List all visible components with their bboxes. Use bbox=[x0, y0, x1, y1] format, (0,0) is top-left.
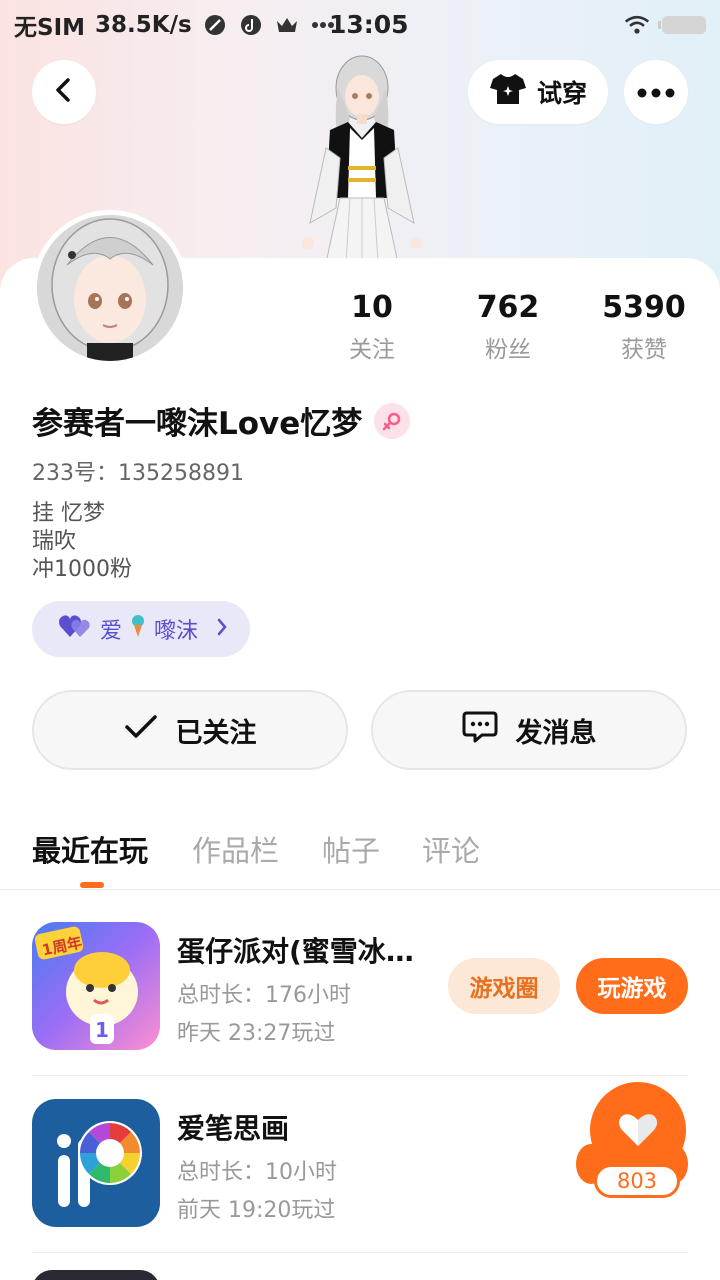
stat-likes[interactable]: 5390 获赞 bbox=[574, 290, 714, 364]
stat-following[interactable]: 10 关注 bbox=[302, 290, 442, 364]
followed-label: 已关注 bbox=[175, 717, 257, 749]
network-speed: 38.5K/s bbox=[95, 12, 192, 38]
status-time: 13:05 bbox=[329, 10, 409, 39]
send-message-label: 发消息 bbox=[515, 717, 597, 749]
double-heart-icon bbox=[58, 613, 92, 645]
stat-followers-count: 762 bbox=[476, 290, 540, 325]
stat-followers[interactable]: 762 粉丝 bbox=[438, 290, 578, 364]
bio-line: 瑞吹 bbox=[32, 529, 77, 554]
fan-badge-name: 嚟沫 bbox=[154, 619, 199, 644]
ibis-paint-app-icon[interactable] bbox=[32, 1099, 160, 1227]
back-button[interactable] bbox=[32, 60, 96, 124]
avatar[interactable] bbox=[32, 210, 188, 366]
checkmark-icon bbox=[124, 714, 158, 747]
bio-line: 冲1000粉 bbox=[32, 557, 132, 582]
stat-likes-label: 获赞 bbox=[621, 337, 667, 363]
user-id: 233号：135258891 bbox=[32, 461, 244, 486]
female-gender-icon bbox=[374, 402, 411, 439]
game-community-button[interactable]: 游戏圈 bbox=[448, 958, 560, 1014]
profile-tabs: 最近在玩 作品栏 帖子 评论 bbox=[0, 820, 720, 890]
tshirt-icon bbox=[489, 72, 527, 112]
send-message-button[interactable]: 发消息 bbox=[371, 690, 687, 770]
username: 参赛者一嚟沫Love忆梦 bbox=[32, 406, 363, 442]
tab-works[interactable]: 作品栏 bbox=[192, 828, 279, 870]
more-options-button[interactable] bbox=[624, 60, 688, 124]
more-horizontal-icon bbox=[636, 83, 676, 102]
status-bar: 无SIM 38.5K/s 13:05 bbox=[0, 0, 720, 50]
svg-text:1: 1 bbox=[95, 1018, 109, 1042]
stat-following-label: 关注 bbox=[349, 337, 395, 363]
chevron-right-icon bbox=[216, 617, 228, 642]
active-tab-indicator bbox=[80, 882, 104, 888]
game-title: 爱笔思画 bbox=[177, 1112, 290, 1145]
name-row: 参赛者一嚟沫Love忆梦 bbox=[32, 398, 411, 443]
eggy-party-game-icon[interactable]: 1周年 1 bbox=[32, 922, 160, 1050]
tiktok-icon bbox=[238, 12, 264, 38]
game-last-played: 昨天 23:27玩过 bbox=[177, 1021, 336, 1046]
stat-following-count: 10 bbox=[351, 290, 393, 325]
try-on-button[interactable]: 试穿 bbox=[468, 60, 608, 124]
stat-followers-label: 粉丝 bbox=[485, 337, 531, 363]
battery-icon bbox=[658, 16, 706, 34]
carrier-label: 无SIM bbox=[14, 15, 86, 41]
fan-badge-prefix: 爱 bbox=[100, 619, 123, 644]
game-total-time: 总时长：10小时 bbox=[177, 1160, 337, 1185]
crown-icon bbox=[274, 12, 300, 38]
game-title: 蛋仔派对(蜜雪冰城... bbox=[177, 935, 437, 968]
play-game-button[interactable]: 玩游戏 bbox=[576, 958, 688, 1014]
character-avatar-figure[interactable] bbox=[280, 48, 440, 264]
chat-bubble-icon bbox=[462, 710, 498, 751]
chevron-left-icon bbox=[51, 77, 77, 107]
tab-comments[interactable]: 评论 bbox=[422, 828, 480, 870]
like-count: 803 bbox=[594, 1164, 680, 1198]
fan-group-badge[interactable]: 爱 嚟沫 bbox=[32, 601, 251, 657]
bio-line: 挂 忆梦 bbox=[32, 501, 105, 526]
try-on-label: 试穿 bbox=[536, 79, 587, 108]
followed-button[interactable]: 已关注 bbox=[32, 690, 348, 770]
list-item[interactable]: 1周年 1 蛋仔派对(蜜雪冰城... 总时长：176小时 昨天 23:27玩过 … bbox=[32, 900, 688, 1076]
ice-cream-icon bbox=[130, 614, 146, 644]
tab-recently-played[interactable]: 最近在玩 bbox=[32, 828, 148, 870]
bio: 挂 忆梦 瑞吹 冲1000粉 bbox=[32, 500, 132, 584]
next-game-icon-peek bbox=[32, 1270, 160, 1280]
game-last-played: 前天 19:20玩过 bbox=[177, 1198, 336, 1223]
floating-like-button[interactable]: 803 bbox=[576, 1082, 688, 1202]
game-total-time: 总时长：176小时 bbox=[177, 983, 351, 1008]
tab-posts[interactable]: 帖子 bbox=[322, 828, 380, 870]
stat-likes-count: 5390 bbox=[602, 290, 686, 325]
no-signal-icon bbox=[202, 12, 228, 38]
wifi-icon bbox=[624, 12, 650, 38]
